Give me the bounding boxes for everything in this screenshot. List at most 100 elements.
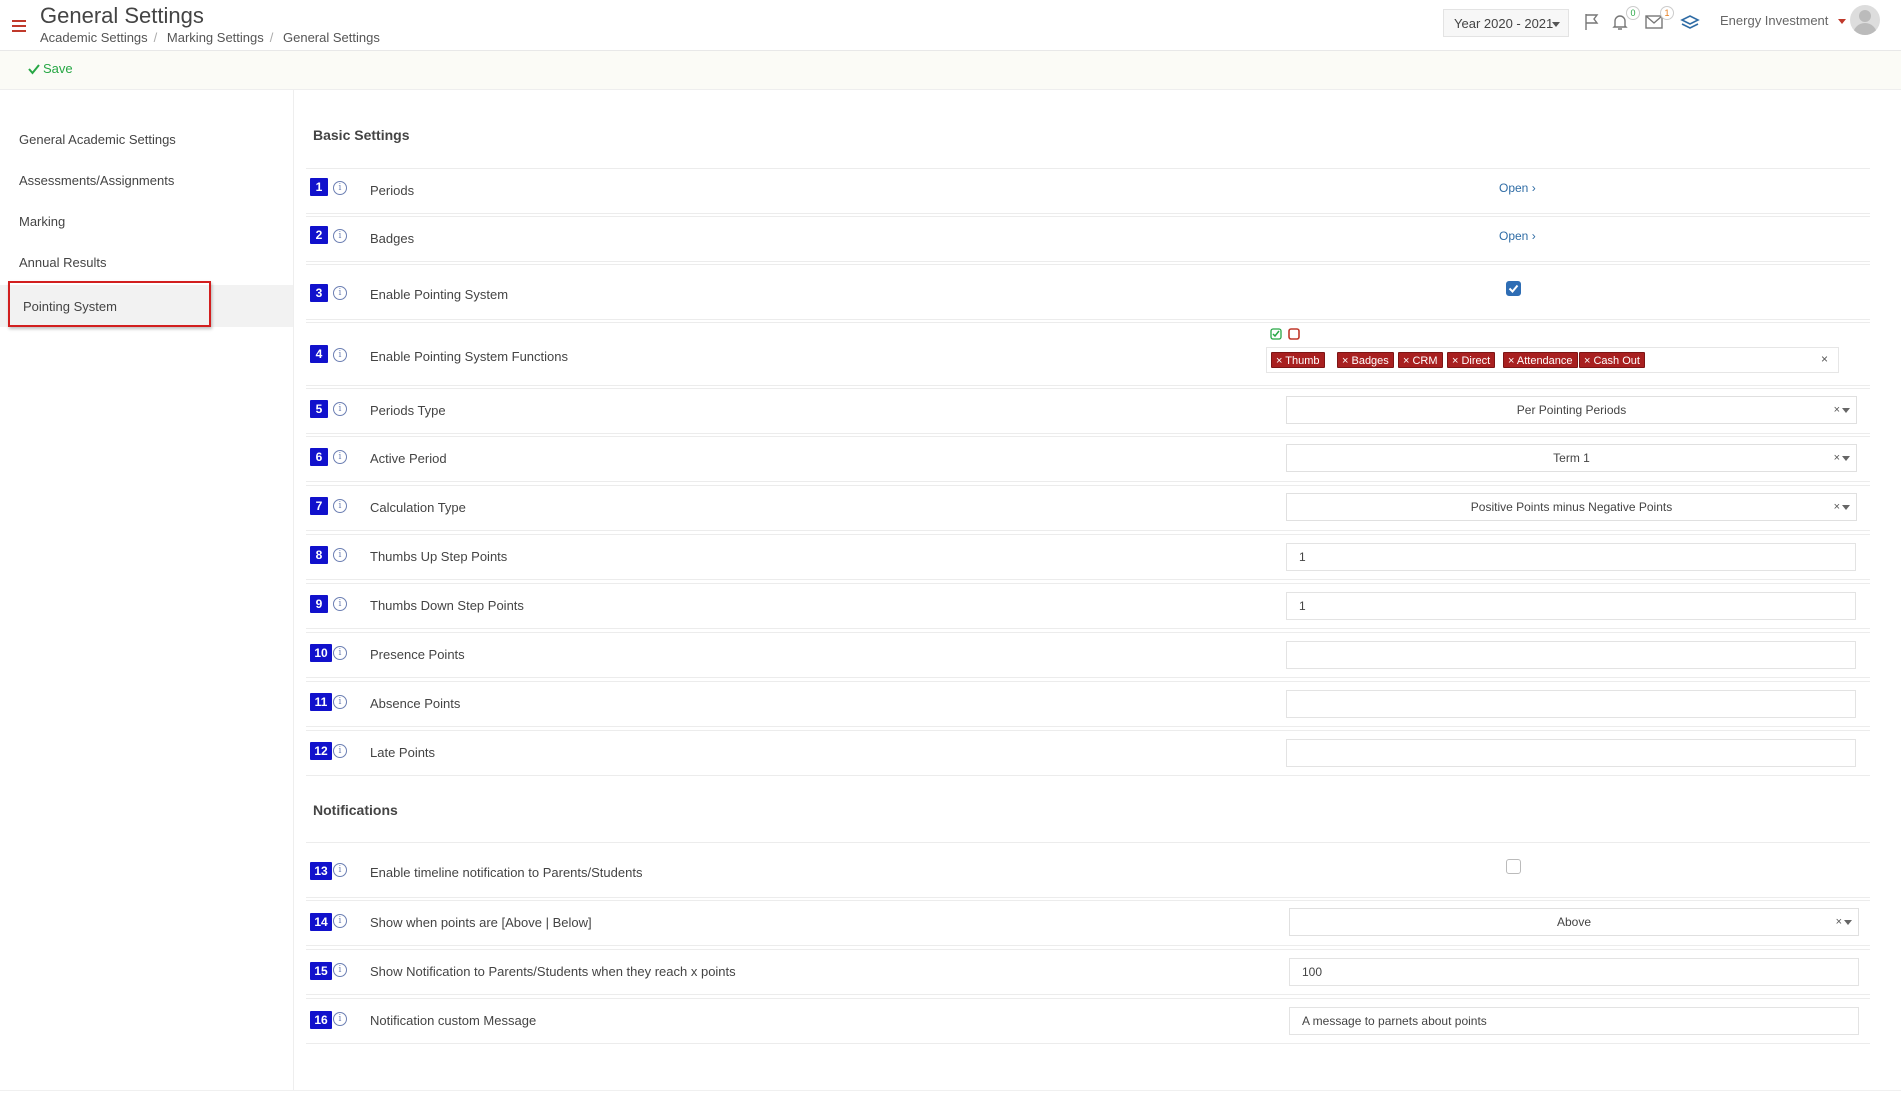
chevron-down-icon — [1842, 408, 1850, 413]
setting-row-pointing-functions: 4 i Enable Pointing System Functions × T… — [306, 322, 1870, 386]
breadcrumb-marking-settings[interactable]: Marking Settings — [167, 30, 264, 45]
setting-number: 12 — [310, 742, 332, 760]
pointing-functions-multiselect[interactable]: × Thumb × Badges × CRM × Direct × Attend… — [1266, 347, 1839, 373]
info-icon[interactable]: i — [333, 744, 347, 758]
info-icon[interactable]: i — [333, 646, 347, 660]
presence-points-input[interactable] — [1286, 641, 1856, 669]
info-icon[interactable]: i — [333, 1012, 347, 1026]
tag-direct[interactable]: × Direct — [1447, 352, 1496, 368]
setting-row-timeline-notification: 13 i Enable timeline notification to Par… — [306, 842, 1870, 898]
setting-label: Periods Type — [370, 403, 446, 418]
active-period-select[interactable]: Term 1 × — [1286, 444, 1857, 472]
tag-thumb[interactable]: × Thumb — [1271, 352, 1325, 368]
setting-row-periods: 1 i Periods Open › — [306, 168, 1870, 214]
custom-message-input[interactable]: A message to parnets about points — [1289, 1007, 1859, 1035]
save-label: Save — [43, 61, 73, 76]
setting-label: Calculation Type — [370, 500, 466, 515]
setting-label: Absence Points — [370, 696, 461, 711]
select-all-icon[interactable] — [1270, 328, 1282, 343]
setting-number: 10 — [310, 644, 332, 662]
mail-icon[interactable]: 1 — [1644, 6, 1674, 34]
info-icon[interactable]: i — [333, 914, 347, 928]
setting-row-calculation-type: 7 i Calculation Type Positive Points min… — [306, 485, 1870, 531]
setting-label: Periods — [370, 183, 415, 198]
setting-label: Show when points are [Above | Below] — [370, 915, 592, 930]
check-icon — [28, 63, 40, 75]
periods-type-select[interactable]: Per Pointing Periods × — [1286, 396, 1857, 424]
setting-row-custom-message: 16 i Notification custom Message A messa… — [306, 998, 1870, 1044]
layers-icon[interactable] — [1680, 12, 1702, 34]
select-value: Per Pointing Periods — [1516, 403, 1627, 417]
tag-attendance[interactable]: × Attendance — [1503, 352, 1578, 368]
calculation-type-select[interactable]: Positive Points minus Negative Points × — [1286, 493, 1857, 521]
setting-number: 15 — [310, 962, 332, 980]
tag-cash-out[interactable]: × Cash Out — [1579, 352, 1645, 368]
late-points-input[interactable] — [1286, 739, 1856, 767]
sidebar-item-marking[interactable]: Marking — [19, 214, 65, 229]
save-button[interactable]: Save — [28, 61, 73, 76]
absence-points-input[interactable] — [1286, 690, 1856, 718]
periods-open-link[interactable]: Open › — [1499, 181, 1536, 195]
sidebar-item-assessments[interactable]: Assessments/Assignments — [19, 173, 174, 188]
chevron-down-icon — [1844, 920, 1852, 925]
setting-row-periods-type: 5 i Periods Type Per Pointing Periods × — [306, 388, 1870, 434]
section-basic-settings: Basic Settings — [313, 127, 410, 143]
avatar[interactable] — [1850, 5, 1880, 35]
setting-number: 8 — [310, 546, 328, 564]
info-icon[interactable]: i — [333, 286, 347, 300]
clear-icon[interactable]: × — [1834, 445, 1840, 471]
clear-icon[interactable]: × — [1834, 397, 1840, 423]
info-icon[interactable]: i — [333, 597, 347, 611]
bell-icon[interactable]: 0 — [1610, 6, 1640, 34]
flag-icon[interactable] — [1582, 12, 1604, 34]
setting-label: Notification custom Message — [370, 1013, 537, 1028]
info-icon[interactable]: i — [333, 229, 347, 243]
info-icon[interactable]: i — [333, 548, 347, 562]
mail-count: 1 — [1660, 6, 1674, 20]
page-title: General Settings — [40, 3, 204, 28]
setting-row-thumbs-up: 8 i Thumbs Up Step Points 1 — [306, 534, 1870, 580]
setting-row-late: 12 i Late Points — [306, 730, 1870, 776]
setting-number: 16 — [310, 1011, 332, 1029]
sidebar-item-annual-results[interactable]: Annual Results — [19, 255, 106, 270]
tag-crm[interactable]: × CRM — [1398, 352, 1443, 368]
info-icon[interactable]: i — [333, 695, 347, 709]
info-icon[interactable]: i — [333, 963, 347, 977]
info-icon[interactable]: i — [333, 402, 347, 416]
tag-badges[interactable]: × Badges — [1337, 352, 1394, 368]
thumbs-down-step-input[interactable]: 1 — [1286, 592, 1856, 620]
enable-pointing-checkbox[interactable] — [1506, 281, 1521, 296]
menu-icon[interactable] — [12, 20, 26, 32]
clear-tags-icon[interactable]: × — [1821, 352, 1828, 366]
setting-number: 14 — [310, 913, 332, 931]
info-icon[interactable]: i — [333, 499, 347, 513]
reach-points-input[interactable]: 100 — [1289, 958, 1859, 986]
user-name[interactable]: Energy Investment — [1720, 13, 1828, 28]
toolbar: Save — [0, 51, 1901, 90]
info-icon[interactable]: i — [333, 348, 347, 362]
setting-number: 7 — [310, 497, 328, 515]
show-when-select[interactable]: Above × — [1289, 908, 1859, 936]
select-value: Term 1 — [1553, 451, 1590, 465]
badges-open-link[interactable]: Open › — [1499, 229, 1536, 243]
main-content: Basic Settings 1 i Periods Open › 2 i Ba… — [294, 90, 1901, 1101]
info-icon[interactable]: i — [333, 863, 347, 877]
thumbs-up-step-input[interactable]: 1 — [1286, 543, 1856, 571]
deselect-all-icon[interactable] — [1288, 328, 1300, 343]
breadcrumb-academic-settings[interactable]: Academic Settings — [40, 30, 148, 45]
notification-count: 0 — [1626, 6, 1640, 20]
setting-row-badges: 2 i Badges Open › — [306, 216, 1870, 262]
setting-row-reach-points: 15 i Show Notification to Parents/Studen… — [306, 949, 1870, 995]
timeline-notification-checkbox[interactable] — [1506, 859, 1521, 874]
sidebar-item-general-academic-settings[interactable]: General Academic Settings — [19, 132, 176, 147]
clear-icon[interactable]: × — [1836, 909, 1842, 935]
setting-label: Enable Pointing System Functions — [370, 349, 568, 364]
year-select[interactable]: Year 2020 - 2021 — [1443, 9, 1569, 37]
setting-label: Badges — [370, 231, 415, 246]
chevron-down-icon — [1552, 22, 1560, 27]
info-icon[interactable]: i — [333, 450, 347, 464]
clear-icon[interactable]: × — [1834, 494, 1840, 520]
sidebar: General Academic Settings Assessments/As… — [0, 90, 294, 1090]
user-menu-caret-icon[interactable] — [1838, 19, 1846, 24]
info-icon[interactable]: i — [333, 181, 347, 195]
